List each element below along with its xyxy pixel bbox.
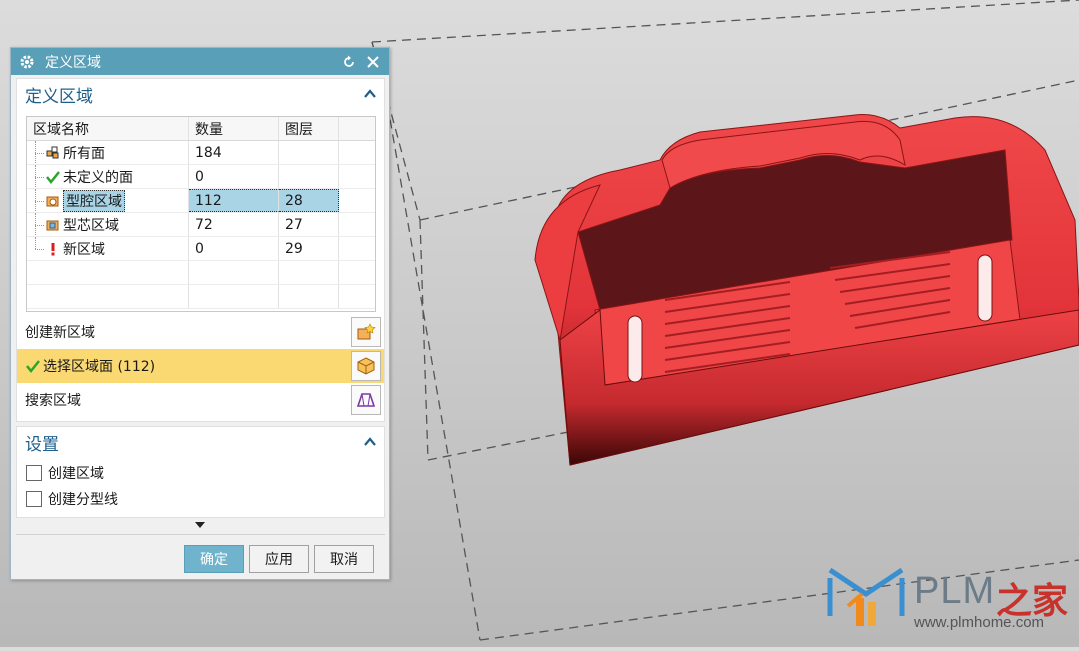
red-housing-part — [534, 114, 1079, 466]
column-header-name[interactable]: 区域名称 — [27, 117, 189, 140]
region-count: 112 — [189, 189, 279, 212]
all-faces-icon — [45, 145, 61, 161]
search-region-label: 搜索区域 — [25, 393, 81, 409]
region-layer — [279, 141, 339, 164]
region-layer: 28 — [279, 189, 339, 212]
table-row[interactable]: 型芯区域 72 27 — [27, 213, 375, 237]
dialog-titlebar[interactable]: 定义区域 — [11, 48, 389, 75]
search-region-button[interactable] — [351, 385, 381, 415]
region-layer — [279, 165, 339, 188]
ok-button[interactable]: 确定 — [184, 545, 244, 573]
region-count: 0 — [189, 237, 279, 260]
collapse-caret-icon[interactable] — [362, 86, 378, 102]
settings-header[interactable]: 设置 — [17, 427, 384, 457]
watermark-brand: PLM — [914, 570, 996, 612]
tree-connector — [29, 237, 45, 260]
expand-more-icon[interactable] — [11, 518, 389, 532]
dialog-title: 定义区域 — [45, 54, 101, 71]
tree-connector — [29, 165, 45, 188]
close-icon[interactable] — [363, 52, 383, 72]
column-header-layer[interactable]: 图层 — [279, 117, 339, 140]
define-regions-dialog: 定义区域 定义区域 区域名称 数量 图层 所有面 184 未定义的面 0 型腔区… — [10, 47, 390, 580]
region-name: 所有面 — [63, 145, 105, 162]
table-header-row: 区域名称 数量 图层 — [27, 117, 375, 141]
region-count: 72 — [189, 213, 279, 236]
region-layer: 29 — [279, 237, 339, 260]
tree-connector — [29, 213, 45, 236]
region-name: 型芯区域 — [63, 217, 119, 234]
column-header-count[interactable]: 数量 — [189, 117, 279, 140]
table-row-selected[interactable]: 型腔区域 112 28 — [27, 189, 375, 213]
exclamation-icon — [45, 241, 61, 257]
green-check-icon — [45, 169, 61, 185]
region-table: 区域名称 数量 图层 所有面 184 未定义的面 0 型腔区域 112 28 型… — [26, 116, 376, 312]
green-check-icon — [25, 358, 41, 374]
table-row-empty — [27, 285, 375, 309]
core-region-icon — [45, 217, 61, 233]
table-row-empty — [27, 261, 375, 285]
collapse-caret-icon[interactable] — [362, 434, 378, 450]
apply-button[interactable]: 应用 — [249, 545, 309, 573]
create-parting-checkbox[interactable] — [26, 491, 42, 507]
define-region-header[interactable]: 定义区域 — [17, 79, 384, 109]
select-faces-label: 选择区域面 (112) — [43, 359, 156, 375]
column-header-empty — [339, 117, 375, 140]
create-region-button[interactable] — [351, 317, 381, 347]
plmhome-watermark: PLM 之家 www.plmhome.com — [826, 564, 1076, 634]
create-region-label: 创建新区域 — [25, 325, 95, 341]
create-parting-option[interactable]: 创建分型线 — [26, 489, 118, 509]
plm-logo-icon — [827, 567, 905, 626]
cavity-region-icon — [45, 193, 61, 209]
checkbox-label: 创建区域 — [48, 466, 104, 482]
region-layer: 27 — [279, 213, 339, 236]
define-region-group: 定义区域 区域名称 数量 图层 所有面 184 未定义的面 0 型腔区域 112… — [16, 78, 385, 422]
region-name: 未定义的面 — [63, 169, 133, 186]
section-title: 定义区域 — [25, 86, 93, 107]
watermark-url: www.plmhome.com — [914, 614, 1045, 631]
table-row[interactable]: 所有面 184 — [27, 141, 375, 165]
reset-icon[interactable] — [339, 52, 359, 72]
select-faces-button[interactable] — [351, 351, 381, 381]
divider — [16, 534, 385, 535]
region-count: 0 — [189, 165, 279, 188]
create-region-row: 创建新区域 — [17, 315, 384, 349]
tree-connector — [29, 189, 45, 212]
region-count: 184 — [189, 141, 279, 164]
create-region-option[interactable]: 创建区域 — [26, 463, 104, 483]
create-region-checkbox[interactable] — [26, 465, 42, 481]
tree-connector — [29, 141, 45, 164]
section-title: 设置 — [25, 434, 59, 455]
cancel-button[interactable]: 取消 — [314, 545, 374, 573]
region-name: 新区域 — [63, 241, 105, 258]
checkbox-label: 创建分型线 — [48, 492, 118, 508]
region-name: 型腔区域 — [63, 189, 125, 212]
search-region-row: 搜索区域 — [17, 383, 384, 417]
settings-group: 设置 创建区域 创建分型线 — [16, 426, 385, 518]
select-region-faces-row[interactable]: 选择区域面 (112) — [17, 349, 384, 383]
table-row[interactable]: 新区域 0 29 — [27, 237, 375, 261]
table-row[interactable]: 未定义的面 0 — [27, 165, 375, 189]
gear-icon — [19, 54, 35, 70]
